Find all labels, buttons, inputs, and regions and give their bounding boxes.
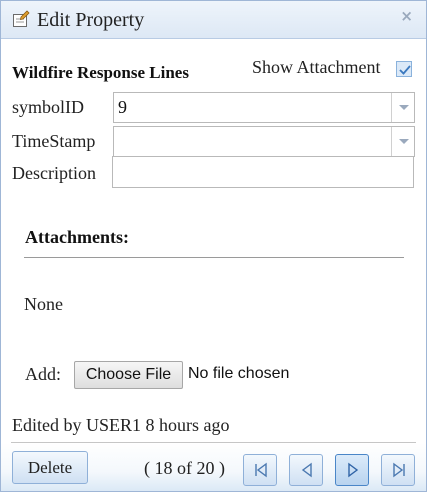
edit-note-icon <box>12 10 30 28</box>
edited-info: Edited by USER1 8 hours ago <box>12 415 230 435</box>
record-pager-text: ( 18 of 20 ) <box>144 458 225 478</box>
next-record-icon <box>348 462 359 478</box>
choose-file-button[interactable]: Choose File <box>74 361 183 389</box>
field-label-description: Description <box>12 163 96 183</box>
dialog-title: Edit Property <box>37 9 145 31</box>
next-record-button[interactable] <box>335 454 369 486</box>
attachments-divider <box>24 257 404 258</box>
no-file-chosen-text: No file chosen <box>188 365 290 382</box>
layer-name: Wildfire Response Lines <box>12 63 189 82</box>
close-icon[interactable]: × <box>400 7 413 25</box>
attachments-heading: Attachments: <box>25 227 129 247</box>
show-attachment-label: Show Attachment <box>252 57 381 77</box>
show-attachment-checkbox[interactable] <box>396 61 412 77</box>
previous-record-icon <box>301 462 312 478</box>
first-record-button[interactable] <box>243 454 277 486</box>
timestamp-select[interactable] <box>113 126 415 157</box>
delete-button[interactable]: Delete <box>12 451 88 484</box>
symbolid-value: 9 <box>118 97 127 117</box>
symbolid-select[interactable]: 9 <box>113 92 415 123</box>
chevron-down-icon[interactable] <box>391 127 414 156</box>
add-attachment-label: Add: <box>25 364 61 384</box>
first-record-icon <box>255 462 267 478</box>
description-input[interactable] <box>112 156 414 188</box>
last-record-icon <box>393 462 405 478</box>
edit-property-dialog: Edit Property × Wildfire Response Lines … <box>0 0 427 492</box>
field-label-symbolid: symbolID <box>12 97 84 117</box>
dialog-titlebar[interactable]: Edit Property × <box>1 1 426 39</box>
field-label-timestamp: TimeStamp <box>12 131 96 151</box>
last-record-button[interactable] <box>381 454 415 486</box>
attachments-empty-text: None <box>24 294 63 314</box>
chevron-down-icon[interactable] <box>391 93 414 122</box>
previous-record-button[interactable] <box>289 454 323 486</box>
